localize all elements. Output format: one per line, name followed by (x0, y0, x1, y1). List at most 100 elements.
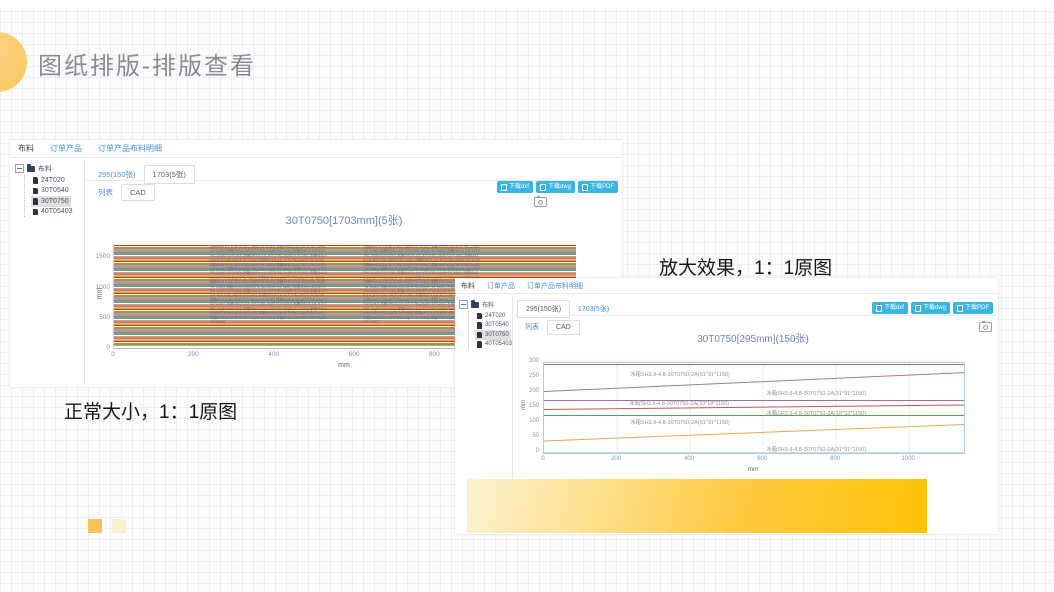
file-icon (477, 322, 482, 329)
tree-children: 24T020 30T0540 30T0750 40T05403 (468, 311, 514, 349)
tree-item-30T0540[interactable]: 30T0540 (475, 321, 511, 331)
module-tabs: 布料 订单产品 订单产品布料明细 (18, 143, 162, 154)
x-tick: 800 (424, 351, 444, 358)
file-export-icon (582, 184, 588, 191)
x-tick: 600 (344, 351, 364, 358)
y-axis-label: mm (521, 400, 527, 410)
export-buttons: 下载dxf 下载dwg 下载PDF (497, 181, 618, 193)
tab-CAD[interactable]: CAD (547, 320, 580, 335)
top-white-strip (0, 0, 1054, 8)
export-button-label: 下载dxf (884, 305, 904, 311)
tree-children: 24T020 30T054030T0750 40T05403 (24, 175, 75, 217)
deco-square-dark (88, 519, 102, 533)
layout-strip (114, 261, 576, 262)
tree-item-label: 30T0750 (41, 198, 69, 205)
export-button-下载PDF[interactable]: 下载PDF (578, 181, 618, 193)
file-icon (33, 177, 38, 184)
tree-item-40T05403[interactable]: 40T05403 (31, 207, 75, 218)
tree-root-label: 布料 (482, 300, 494, 309)
file-export-icon (501, 184, 507, 191)
divider (455, 293, 998, 294)
divider (84, 159, 85, 383)
export-button-label: 下载dxf (509, 184, 529, 190)
tree-item-30T0750[interactable]: 30T0750 (475, 330, 511, 340)
folder-icon (471, 302, 479, 308)
layout-strip (114, 245, 576, 246)
caption-zoom-effect: 放大效果，1：1原图 (659, 253, 832, 280)
y-axis-label: mm (96, 288, 103, 300)
export-button-label: 下载dwg (923, 305, 946, 311)
tab-1703(5张)[interactable]: 1703(5张) (144, 165, 195, 184)
tab-CAD[interactable]: CAD (121, 184, 155, 201)
file-icon (477, 332, 482, 339)
y-tick: 50 (513, 433, 539, 439)
tab-布料[interactable]: 布料 (18, 143, 34, 154)
export-button-下载dwg[interactable]: 下载dwg (911, 302, 950, 314)
file-icon (477, 313, 482, 320)
view-tabs: 列表CAD (90, 184, 155, 201)
bottom-accent-bar (467, 479, 927, 533)
layout-strip (114, 268, 576, 271)
y-tick: 200 (513, 388, 539, 394)
tab-订单产品布料明细[interactable]: 订单产品布料明细 (527, 281, 583, 291)
export-button-label: 下载dwg (548, 184, 571, 190)
material-tree: 布料 24T020 30T0540 30T0750 40T05403 (459, 299, 514, 349)
export-button-下载dxf[interactable]: 下载dxf (497, 181, 533, 193)
module-tabs: 布料 订单产品 订单产品布料明细 (461, 281, 583, 291)
layout-lines (544, 363, 964, 453)
x-tick: 800 (825, 456, 845, 462)
tree-item-label: 30T0750 (485, 332, 509, 338)
layout-line-cut-145-160 (544, 405, 964, 410)
chart-title: 30T0750[1703mm](5张) (113, 212, 575, 228)
collapse-icon[interactable] (459, 300, 468, 309)
x-tick: 1000 (898, 456, 918, 462)
caption-normal-size: 正常大小，1：1原图 (64, 397, 237, 424)
tab-订单产品[interactable]: 订单产品 (487, 281, 515, 291)
layout-strip (114, 252, 576, 255)
tree-item-label: 30T0540 (485, 322, 509, 328)
slide-title: 图纸排版-排版查看 (38, 46, 256, 81)
tab-布料[interactable]: 布料 (461, 281, 475, 291)
y-tick: 0 (513, 448, 539, 454)
tab-295(150张)[interactable]: 295(150张) (517, 300, 570, 318)
layout-line-cut-diagonal-lower (544, 425, 964, 442)
file-icon (33, 209, 38, 216)
tree-item-24T020[interactable]: 24T020 (31, 175, 67, 186)
material-tree: 布料 24T020 30T054030T0750 40T05403 (15, 163, 75, 217)
tree-item-24T020[interactable]: 24T020 (475, 311, 507, 321)
tree-item-30T0750[interactable]: 30T0750 (31, 196, 71, 207)
tab-订单产品[interactable]: 订单产品 (50, 143, 82, 154)
accent-circle (0, 32, 27, 92)
x-tick: 0 (103, 351, 123, 358)
deco-square-light (112, 519, 126, 533)
file-export-icon (540, 184, 546, 191)
export-button-下载PDF[interactable]: 下载PDF (953, 302, 993, 314)
tree-item-label: 40T05403 (485, 341, 512, 347)
nesting-layout-chart: 冰箱SH3.9-4.8-30T0750-2A(91*31*1150)冰箱SH3.… (543, 362, 965, 454)
save-image-icon[interactable] (534, 197, 547, 207)
tree-root-row[interactable]: 布料 (15, 163, 75, 174)
export-button-下载dxf[interactable]: 下载dxf (872, 302, 908, 314)
x-tick: 400 (679, 456, 699, 462)
file-icon (477, 341, 482, 348)
part-label-cluster: 冰箱SH3.9-4.8-30T0750-2A(91*31*1150) 冰箱SH3… (209, 245, 327, 348)
tree-root-label: 布料 (38, 164, 52, 174)
tab-订单产品布料明细[interactable]: 订单产品布料明细 (98, 143, 162, 154)
tab-列表[interactable]: 列表 (90, 184, 121, 201)
save-image-icon[interactable] (979, 322, 992, 332)
tree-item-30T0540[interactable]: 30T0540 (31, 186, 71, 197)
x-tick: 400 (264, 351, 284, 358)
tab-underline (515, 315, 996, 316)
export-button-下载dwg[interactable]: 下载dwg (536, 181, 575, 193)
tree-item-label: 24T020 (41, 177, 65, 184)
collapse-icon[interactable] (15, 164, 24, 173)
tree-item-label: 24T020 (485, 313, 505, 319)
file-export-icon (915, 305, 921, 312)
file-icon (33, 188, 38, 195)
tree-root-row[interactable]: 布料 (459, 299, 514, 310)
export-button-label: 下载PDF (590, 184, 614, 190)
y-tick: 250 (513, 373, 539, 379)
x-tick: 200 (183, 351, 203, 358)
file-export-icon (957, 305, 963, 312)
tree-item-40T05403[interactable]: 40T05403 (475, 340, 514, 350)
